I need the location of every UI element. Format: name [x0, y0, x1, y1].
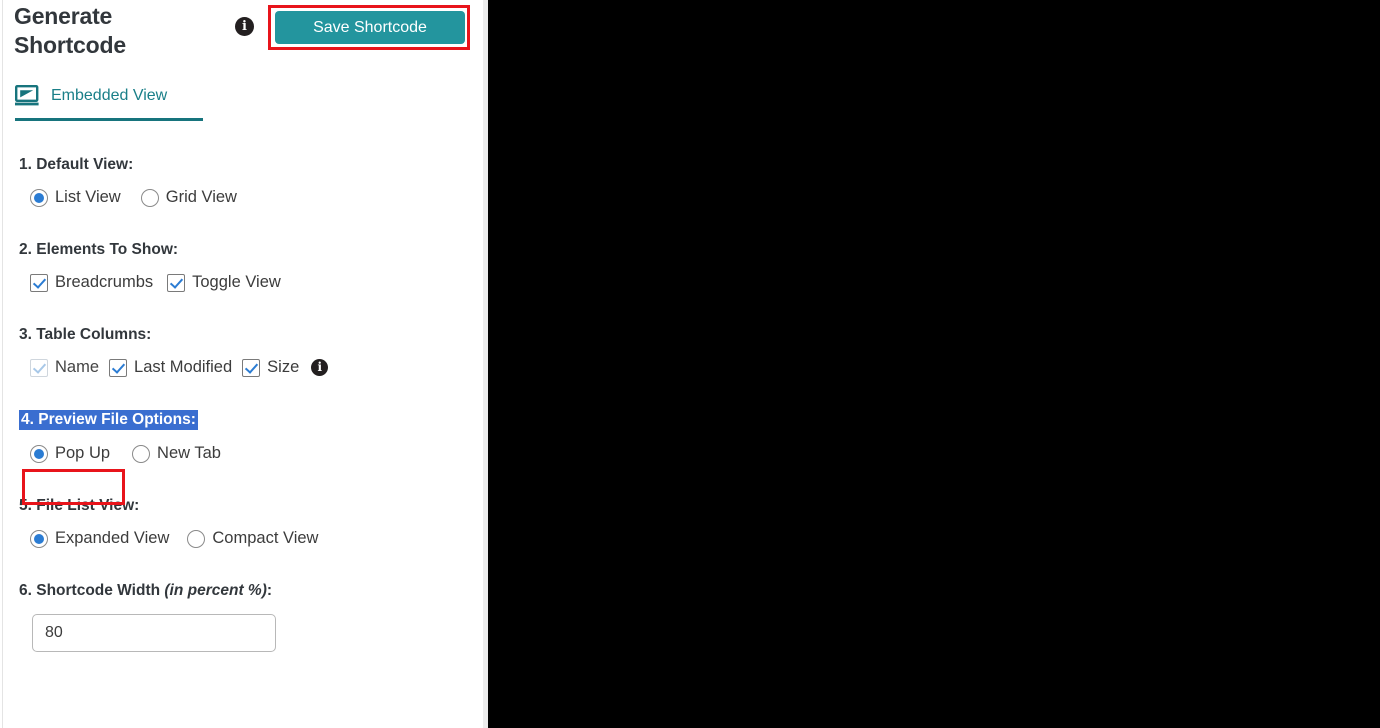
monitor-icon: [15, 85, 39, 106]
checkbox-toggle-view-control[interactable]: [167, 273, 186, 292]
file-list-view-choices: Expanded View Compact View: [0, 529, 483, 548]
radio-grid-view-control[interactable]: [140, 188, 159, 207]
save-shortcode-button[interactable]: Save Shortcode: [275, 11, 465, 44]
checkbox-toggle-view-label: Toggle View: [192, 273, 281, 291]
option-title-preview-file-options-text: 4. Preview File Options:: [19, 410, 198, 430]
radio-grid-view-label: Grid View: [165, 188, 237, 206]
checkbox-breadcrumbs-control[interactable]: [30, 273, 48, 292]
option-group-table-columns: 3. Table Columns: Name Last Modified Siz…: [0, 292, 483, 377]
save-shortcode-annotation: Save Shortcode: [268, 5, 470, 50]
option-group-shortcode-width: 6. Shortcode Width (in percent %):: [0, 548, 483, 652]
radio-expanded-view-label: Expanded View: [55, 529, 170, 547]
table-columns-info-icon[interactable]: i: [311, 359, 329, 376]
page-title: Generate Shortcode: [14, 3, 126, 58]
tab-embedded-view[interactable]: Embedded View: [15, 78, 205, 114]
panel-header: Generate Shortcode i Save Shortcode: [0, 0, 483, 70]
tab-bar: Embedded View: [15, 78, 205, 118]
radio-expanded-view-control[interactable]: [30, 529, 48, 548]
tab-embedded-view-label: Embedded View: [51, 87, 168, 104]
default-view-choices: List View Grid View: [0, 188, 483, 207]
option-group-default-view: 1. Default View: List View Grid View: [0, 140, 483, 207]
options-list: 1. Default View: List View Grid View 2. …: [0, 140, 483, 652]
option-title-shortcode-width: 6. Shortcode Width (in percent %):: [0, 582, 483, 600]
generate-shortcode-panel: Generate Shortcode i Save Shortcode Embe…: [0, 0, 483, 728]
option-group-elements-to-show: 2. Elements To Show: Breadcrumbs Toggle …: [0, 207, 483, 292]
preview-file-options-choices: Pop Up New Tab: [0, 444, 483, 463]
radio-new-tab[interactable]: New Tab: [132, 444, 221, 463]
radio-pop-up-control[interactable]: [30, 444, 48, 463]
checkbox-name-label: Name: [55, 358, 100, 376]
checkbox-toggle-view[interactable]: Toggle View: [167, 273, 281, 292]
checkbox-last-modified-control[interactable]: [109, 358, 128, 377]
radio-list-view[interactable]: List View: [30, 188, 121, 207]
radio-compact-view-control[interactable]: [187, 529, 206, 548]
checkbox-last-modified[interactable]: Last Modified: [109, 358, 232, 377]
radio-new-tab-label: New Tab: [157, 444, 221, 462]
radio-list-view-label: List View: [55, 188, 121, 206]
tab-active-underline: [15, 118, 203, 121]
panel-gutter: [483, 0, 488, 728]
radio-pop-up[interactable]: Pop Up: [30, 444, 110, 463]
option-title-file-list-view: 5. File List View:: [19, 497, 140, 514]
table-columns-choices: Name Last Modified Size i: [0, 358, 483, 377]
info-glyph: i: [235, 17, 254, 36]
option-title-preview-file-options: 4. Preview File Options:: [0, 410, 483, 430]
elements-to-show-choices: Breadcrumbs Toggle View: [0, 273, 483, 292]
shortcode-width-title-italic: (in percent %): [164, 582, 267, 599]
option-title-elements-to-show: 2. Elements To Show:: [19, 241, 179, 258]
radio-compact-view[interactable]: Compact View: [187, 529, 318, 548]
checkbox-name-control: [30, 358, 48, 377]
radio-grid-view[interactable]: Grid View: [140, 188, 237, 207]
radio-new-tab-control[interactable]: [132, 444, 151, 463]
shortcode-width-title-tail: :: [266, 582, 273, 599]
checkbox-last-modified-label: Last Modified: [134, 358, 233, 376]
radio-list-view-control[interactable]: [30, 188, 48, 207]
option-group-preview-file-options: 4. Preview File Options: Pop Up New Tab: [0, 377, 483, 463]
radio-pop-up-label: Pop Up: [55, 444, 111, 462]
black-background-area: [488, 0, 1380, 728]
checkbox-breadcrumbs[interactable]: Breadcrumbs: [30, 273, 153, 292]
header-info-icon[interactable]: i: [235, 17, 255, 37]
shortcode-width-input[interactable]: [32, 614, 276, 652]
option-title-table-columns: 3. Table Columns:: [19, 326, 152, 343]
checkbox-name: Name: [30, 358, 99, 377]
checkbox-breadcrumbs-label: Breadcrumbs: [55, 273, 154, 291]
checkbox-size-control[interactable]: [242, 358, 261, 377]
radio-compact-view-label: Compact View: [212, 529, 319, 547]
checkbox-size[interactable]: Size: [242, 358, 299, 377]
screenshot-root: Generate Shortcode i Save Shortcode Embe…: [0, 0, 1380, 728]
option-group-file-list-view: 5. File List View: Expanded View Compact…: [0, 463, 483, 548]
shortcode-width-title-plain: 6. Shortcode Width: [19, 582, 165, 599]
checkbox-size-label: Size: [267, 358, 300, 376]
radio-expanded-view[interactable]: Expanded View: [30, 529, 169, 548]
option-title-default-view: 1. Default View:: [19, 156, 134, 173]
